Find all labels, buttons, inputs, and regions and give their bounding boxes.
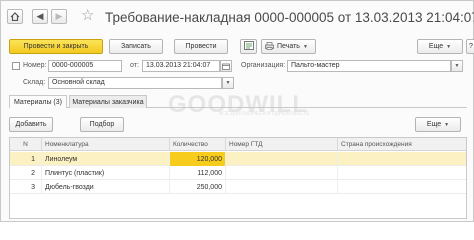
- quantity-cell[interactable]: 120,000: [170, 152, 226, 166]
- quantity-cell[interactable]: 112,000: [170, 166, 226, 180]
- number-label: Номер:: [23, 62, 47, 69]
- table-more-button[interactable]: Еще ▼: [415, 117, 461, 132]
- row-number: 2: [10, 166, 42, 180]
- nomenclature-cell[interactable]: Линолеум: [42, 152, 170, 166]
- post-button[interactable]: Провести: [174, 39, 228, 54]
- watermark-subtitle: ВСЕ ДЛЯ БИЗНЕСА В ОДНОМ МЕСТЕ: [219, 111, 310, 117]
- title-bar: ◀ ▶ ☆ Требование-накладная 0000-000005 о…: [1, 1, 474, 34]
- tab-customer-materials[interactable]: Материалы заказчика: [69, 95, 147, 108]
- nomenclature-cell[interactable]: Плинтус (пластик): [42, 166, 170, 180]
- country-cell[interactable]: [338, 166, 466, 180]
- date-field[interactable]: 13.03.2013 21:04:07: [142, 60, 220, 72]
- nomenclature-cell[interactable]: Дюбель-гвозди: [42, 180, 170, 194]
- table-row[interactable]: 3 Дюбель-гвозди 250,000: [10, 180, 466, 194]
- calendar-icon[interactable]: [220, 60, 232, 72]
- document-window: ◀ ▶ ☆ Требование-накладная 0000-000005 о…: [0, 0, 474, 222]
- country-cell[interactable]: [338, 180, 466, 194]
- country-cell[interactable]: [338, 152, 466, 166]
- column-header-quantity[interactable]: Количество: [170, 138, 226, 151]
- number-checkbox[interactable]: [12, 62, 20, 70]
- print-button[interactable]: Печать ▼: [261, 39, 316, 54]
- more-label: Еще: [428, 43, 444, 50]
- page-title: Требование-накладная 0000-000005 от 13.0…: [105, 10, 474, 25]
- help-button[interactable]: ?: [466, 39, 474, 54]
- column-header-country[interactable]: Страна происхождения: [338, 138, 466, 151]
- organization-label: Организация:: [241, 62, 286, 69]
- pick-button[interactable]: Подбор: [80, 117, 124, 132]
- gtd-cell[interactable]: [226, 166, 338, 180]
- quantity-cell[interactable]: 250,000: [170, 180, 226, 194]
- printer-icon: [265, 41, 274, 52]
- dt-kt-report-button[interactable]: [240, 39, 257, 54]
- column-header-gtd[interactable]: Номер ГТД: [226, 138, 338, 151]
- arrow-left-icon[interactable]: ◀: [32, 9, 48, 24]
- gtd-cell[interactable]: [226, 180, 338, 194]
- organization-field[interactable]: Пальто-мастер: [287, 60, 451, 72]
- chevron-down-icon: ▼: [302, 43, 308, 50]
- home-icon[interactable]: [7, 9, 23, 24]
- dropdown-arrow-icon[interactable]: ▼: [222, 77, 234, 89]
- chevron-down-icon: ▼: [444, 121, 450, 128]
- report-icon: [243, 41, 254, 52]
- warehouse-label: Склад:: [23, 79, 46, 86]
- table-row[interactable]: 2 Плинтус (пластик) 112,000: [10, 166, 466, 180]
- gtd-cell[interactable]: [226, 152, 338, 166]
- warehouse-field[interactable]: Основной склад: [48, 77, 222, 89]
- row-number: 1: [10, 152, 42, 166]
- tab-materials[interactable]: Материалы (3): [9, 95, 67, 108]
- date-label: от:: [130, 62, 139, 69]
- column-header-nomenclature[interactable]: Номенклатура: [42, 138, 170, 151]
- dropdown-arrow-icon[interactable]: ▼: [451, 60, 463, 72]
- print-label: Печать: [277, 43, 300, 50]
- table-more-label: Еще: [426, 121, 442, 128]
- row-number: 3: [10, 180, 42, 194]
- arrow-right-icon[interactable]: ▶: [51, 9, 67, 24]
- table-header: N Номенклатура Количество Номер ГТД Стра…: [10, 138, 466, 151]
- column-header-n[interactable]: N: [10, 138, 42, 151]
- add-button[interactable]: Добавить: [9, 117, 53, 132]
- star-icon[interactable]: ☆: [81, 8, 94, 23]
- materials-table: N Номенклатура Количество Номер ГТД Стра…: [9, 137, 467, 219]
- write-button[interactable]: Записать: [109, 39, 163, 54]
- number-field[interactable]: 0000-000005: [48, 60, 122, 72]
- table-row[interactable]: 1 Линолеум 120,000: [10, 152, 466, 166]
- more-button[interactable]: Еще ▼: [417, 39, 463, 54]
- post-and-close-button[interactable]: Провести и закрыть: [9, 39, 103, 54]
- chevron-down-icon: ▼: [446, 43, 452, 50]
